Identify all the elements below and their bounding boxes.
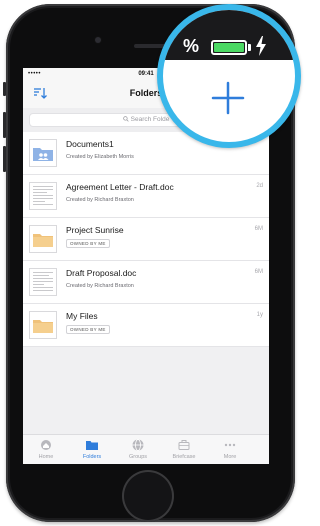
- item-age: 6M: [254, 226, 263, 232]
- tab-label: More: [223, 454, 237, 460]
- document-icon: [29, 268, 57, 296]
- item-title: Draft Proposal.doc: [66, 268, 137, 278]
- callout-status-bar: %: [163, 10, 295, 60]
- owned-badge: OWNED BY ME: [66, 325, 110, 334]
- tab-more[interactable]: More: [207, 439, 253, 460]
- briefcase-icon: [178, 440, 190, 450]
- mute-switch: [3, 82, 6, 96]
- tab-briefcase[interactable]: Briefcase: [161, 439, 207, 460]
- plus-icon[interactable]: [208, 78, 248, 118]
- tab-label: Home: [38, 454, 54, 460]
- tab-bar: Home Folders Groups Briefcase More: [23, 434, 269, 464]
- item-title: Agreement Letter - Draft.doc: [66, 182, 174, 192]
- groups-icon: [132, 439, 144, 451]
- list-item[interactable]: Project Sunrise OWNED BY ME 6M: [23, 218, 269, 261]
- item-age: 2d: [256, 183, 263, 189]
- tab-folders[interactable]: Folders: [69, 439, 115, 460]
- item-title: My Files: [66, 311, 98, 321]
- tab-groups[interactable]: Groups: [115, 439, 161, 460]
- shared-folder-icon: [29, 139, 57, 167]
- search-placeholder: Search Folde: [130, 116, 170, 123]
- item-age: 1y: [256, 312, 263, 318]
- home-button[interactable]: [122, 470, 174, 522]
- folder-icon: [29, 225, 57, 253]
- battery-nub: [248, 44, 251, 51]
- owned-badge: OWNED BY ME: [66, 239, 110, 248]
- tab-label: Groups: [128, 454, 148, 460]
- folder-icon: [29, 311, 57, 339]
- battery-percent: %: [183, 36, 200, 56]
- item-subtitle: Created by Richard Braxton: [66, 283, 134, 289]
- item-age: 6M: [254, 269, 263, 275]
- list-item[interactable]: Agreement Letter - Draft.doc Created by …: [23, 175, 269, 218]
- item-subtitle: Created by Richard Braxton: [66, 197, 134, 203]
- folder-icon: [86, 441, 98, 450]
- tab-home[interactable]: Home: [23, 439, 69, 460]
- search-icon: [122, 116, 129, 122]
- list-item[interactable]: My Files OWNED BY ME 1y: [23, 304, 269, 347]
- volume-up-button: [3, 112, 6, 138]
- item-subtitle: Created by Elizabeth Morris: [66, 154, 134, 160]
- battery-icon: [211, 40, 247, 55]
- magnified-callout: %: [157, 4, 301, 148]
- more-icon: [224, 443, 236, 447]
- volume-down-button: [3, 146, 6, 172]
- tab-label: Folders: [82, 454, 102, 460]
- document-icon: [29, 182, 57, 210]
- item-title: Project Sunrise: [66, 225, 124, 235]
- charging-bolt-icon: [256, 36, 266, 56]
- item-title: Documents1: [66, 139, 114, 149]
- home-icon: [41, 440, 51, 450]
- front-camera: [95, 37, 101, 43]
- tab-label: Briefcase: [172, 454, 196, 460]
- folder-list: Documents1 Created by Elizabeth Morris A…: [23, 132, 269, 347]
- list-item[interactable]: Draft Proposal.doc Created by Richard Br…: [23, 261, 269, 304]
